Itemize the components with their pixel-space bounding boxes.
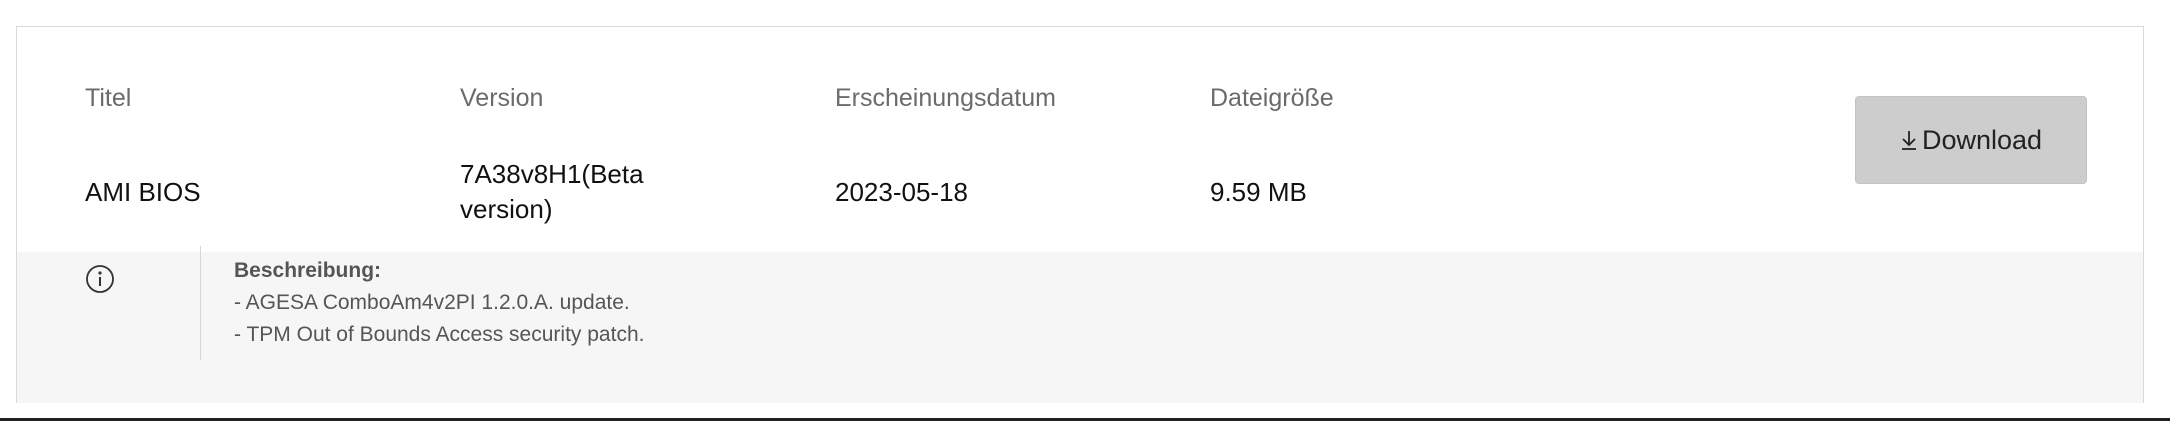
description-title: Beschreibung: — [234, 259, 382, 282]
version-label: Version — [460, 84, 544, 112]
description-text: Beschreibung: - AGESA ComboAm4v2PI 1.2.0… — [234, 255, 644, 351]
version-column: Version — [460, 81, 543, 115]
title-value: AMI BIOS — [85, 177, 201, 207]
info-icon — [86, 265, 114, 293]
download-button[interactable]: Download — [1855, 96, 2087, 184]
release-date-column: Erscheinungsdatum — [835, 81, 1056, 115]
title-column: Titel — [85, 81, 131, 115]
file-size-value: 9.59 MB — [1210, 177, 1307, 207]
download-button-label: Download — [1921, 124, 2043, 155]
description-divider — [200, 246, 201, 360]
release-date-value: 2023-05-18 — [835, 177, 968, 207]
description-line: - AGESA ComboAm4v2PI 1.2.0.A. update. — [234, 291, 630, 314]
description-line: - TPM Out of Bounds Access security patc… — [234, 323, 645, 346]
file-size-column: Dateigröße — [1210, 81, 1334, 115]
version-value: 7A38v8H1(Beta version) — [460, 159, 644, 224]
title-label: Titel — [85, 84, 132, 112]
release-date-label: Erscheinungsdatum — [835, 84, 1056, 112]
download-arrow-icon — [1901, 131, 1916, 150]
file-info-row: Titel AMI BIOS Version 7A38v8H1(Beta ver… — [17, 27, 2143, 252]
page: Titel AMI BIOS Version 7A38v8H1(Beta ver… — [0, 0, 2170, 421]
file-size-label: Dateigröße — [1210, 84, 1334, 112]
